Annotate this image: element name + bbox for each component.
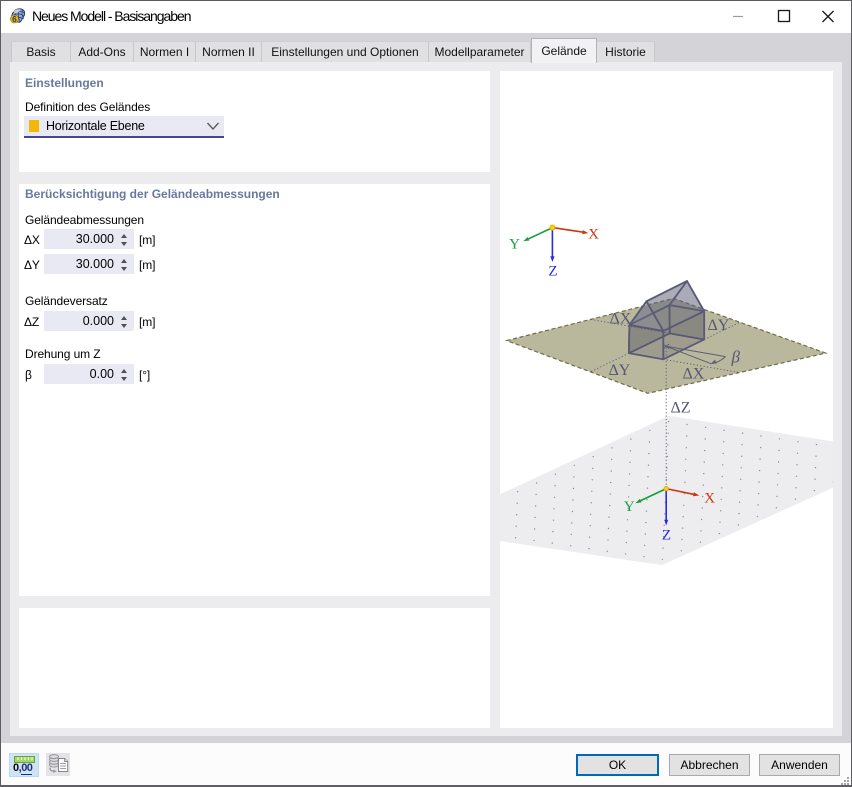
svg-text:ΔX: ΔX — [683, 366, 705, 383]
svg-text:Z: Z — [662, 528, 671, 544]
svg-text:Z: Z — [548, 264, 557, 280]
svg-text:Y: Y — [624, 499, 635, 515]
svg-text:ΔX: ΔX — [610, 311, 632, 328]
svg-text:β: β — [731, 348, 741, 367]
svg-text:6: 6 — [12, 14, 17, 24]
svg-text:X: X — [588, 227, 599, 243]
svg-text:Y: Y — [509, 237, 520, 253]
svg-text:ΔZ: ΔZ — [671, 400, 691, 417]
svg-text:ΔY: ΔY — [708, 317, 730, 334]
svg-text:X: X — [704, 491, 715, 507]
svg-text:ΔY: ΔY — [609, 362, 631, 379]
